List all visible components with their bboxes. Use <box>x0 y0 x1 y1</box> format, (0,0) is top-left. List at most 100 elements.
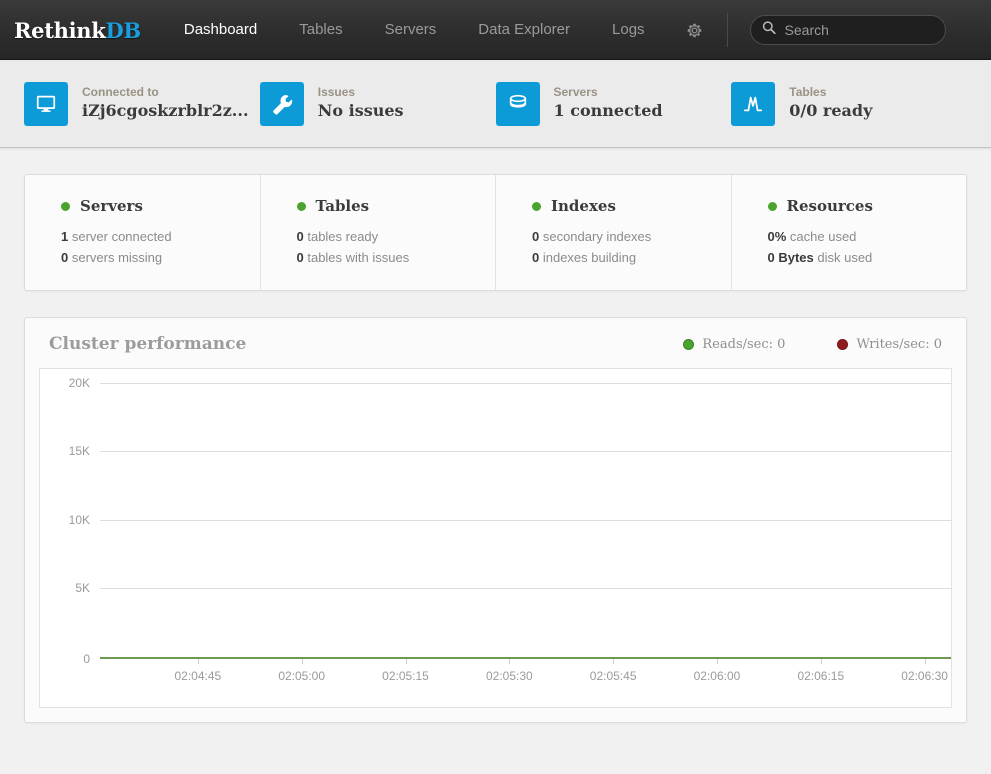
x-axis-tick: 02:05:30 <box>486 669 533 683</box>
legend-label-reads: Reads/sec: 0 <box>702 337 785 352</box>
nav-item-servers[interactable]: Servers <box>364 0 458 60</box>
gridline <box>100 383 951 384</box>
y-axis-tick: 20K <box>69 376 90 390</box>
legend-label-writes: Writes/sec: 0 <box>856 337 942 352</box>
status-label-servers: Servers <box>554 85 663 100</box>
x-axis-tick: 02:06:30 <box>901 669 948 683</box>
nav-item-logs[interactable]: Logs <box>591 0 666 60</box>
x-axis-tick-mark <box>302 659 303 664</box>
summary-card-tables: Tables 0 tables ready 0 tables with issu… <box>261 175 497 290</box>
legend-item-writes[interactable]: Writes/sec: 0 <box>837 337 942 352</box>
nav-item-tables[interactable]: Tables <box>278 0 363 60</box>
status-dot-icon <box>768 202 777 211</box>
x-axis-tick: 02:04:45 <box>175 669 222 683</box>
logo-text-rethink: Rethink <box>14 18 105 43</box>
x-axis-tick-mark <box>613 659 614 664</box>
chart-x-axis: 02:04:45 02:05:00 02:05:15 02:05:30 02:0… <box>100 659 951 687</box>
nav-divider <box>727 13 728 47</box>
summary-card-number: 0 Bytes <box>768 250 814 265</box>
status-value-issues: No issues <box>318 100 404 122</box>
status-label-connected-to: Connected to <box>82 85 249 100</box>
main-content: Servers 1 server connected 0 servers mis… <box>0 148 991 773</box>
gridline <box>100 520 951 521</box>
y-axis-tick: 5K <box>75 581 90 595</box>
status-label-issues: Issues <box>318 85 404 100</box>
nav-item-settings[interactable] <box>666 22 723 39</box>
summary-card-title: Indexes <box>551 197 616 215</box>
performance-chart[interactable]: 20K 15K 10K 5K 0 02:04:45 02:05:00 02:05… <box>39 368 952 708</box>
summary-card-text: tables ready <box>304 229 378 244</box>
y-axis-tick: 15K <box>69 444 90 458</box>
status-item-servers: Servers 1 connected <box>496 82 732 126</box>
gridline <box>100 588 951 589</box>
summary-card-line: 0 secondary indexes <box>532 226 731 247</box>
x-axis-tick-mark <box>717 659 718 664</box>
x-axis-tick-mark <box>198 659 199 664</box>
summary-card-line: 0 tables ready <box>297 226 496 247</box>
legend-dot-reads-icon <box>683 339 694 350</box>
gear-icon <box>686 22 703 39</box>
status-item-tables: Tables 0/0 ready <box>731 82 967 126</box>
status-value-tables: 0/0 ready <box>789 100 872 122</box>
chart-plot-area: 20K 15K 10K 5K 0 <box>100 383 951 659</box>
x-axis-tick: 02:06:15 <box>797 669 844 683</box>
summary-card-text: cache used <box>786 229 856 244</box>
x-axis-tick: 02:05:15 <box>382 669 429 683</box>
y-axis-tick: 10K <box>69 513 90 527</box>
status-dot-icon <box>532 202 541 211</box>
summary-card-text: server connected <box>68 229 171 244</box>
summary-card-resources: Resources 0% cache used 0 Bytes disk use… <box>732 175 967 290</box>
summary-card-number: 0 <box>297 250 304 265</box>
logo-text-db: DB <box>105 18 140 43</box>
summary-card-title: Servers <box>80 197 143 215</box>
status-item-issues: Issues No issues <box>260 82 496 126</box>
top-navigation-bar: RethinkDB Dashboard Tables Servers Data … <box>0 0 991 60</box>
search-container <box>750 15 946 45</box>
status-item-connected-to: Connected to iZj6cgoskzrblr2z... <box>24 82 260 126</box>
x-axis-tick-mark <box>821 659 822 664</box>
x-axis-tick-mark <box>406 659 407 664</box>
status-label-tables: Tables <box>789 85 872 100</box>
x-axis-tick: 02:06:00 <box>694 669 741 683</box>
status-value-connected-to: iZj6cgoskzrblr2z... <box>82 100 249 122</box>
summary-card-line: 0 tables with issues <box>297 247 496 268</box>
nav-item-dashboard[interactable]: Dashboard <box>163 0 278 60</box>
gridline <box>100 451 951 452</box>
status-dot-icon <box>61 202 70 211</box>
nav-links: Dashboard Tables Servers Data Explorer L… <box>163 0 723 60</box>
status-value-servers: 1 connected <box>554 100 663 122</box>
cluster-performance-panel: Cluster performance Reads/sec: 0 Writes/… <box>24 317 967 723</box>
monitor-icon <box>24 82 68 126</box>
summary-card-line: 0 servers missing <box>61 247 260 268</box>
x-axis-tick-mark <box>925 659 926 664</box>
performance-title: Cluster performance <box>49 334 246 354</box>
summary-card-title: Tables <box>316 197 370 215</box>
summary-card-text: tables with issues <box>304 250 410 265</box>
summary-card-text: secondary indexes <box>539 229 651 244</box>
summary-card-indexes: Indexes 0 secondary indexes 0 indexes bu… <box>496 175 732 290</box>
legend-item-reads[interactable]: Reads/sec: 0 <box>683 337 785 352</box>
summary-card-title: Resources <box>787 197 873 215</box>
summary-card-text: servers missing <box>68 250 162 265</box>
summary-card-number: 0 <box>297 229 304 244</box>
summary-card-text: indexes building <box>539 250 636 265</box>
nav-item-data-explorer[interactable]: Data Explorer <box>457 0 591 60</box>
legend-dot-writes-icon <box>837 339 848 350</box>
summary-card-line: 1 server connected <box>61 226 260 247</box>
summary-card-line: 0 Bytes disk used <box>768 247 967 268</box>
database-icon <box>496 82 540 126</box>
summary-card-servers: Servers 1 server connected 0 servers mis… <box>25 175 261 290</box>
cluster-status-bar: Connected to iZj6cgoskzrblr2z... Issues … <box>0 60 991 148</box>
summary-card-text: disk used <box>814 250 873 265</box>
y-axis-tick: 0 <box>83 652 90 666</box>
summary-card-number: 0% <box>768 229 787 244</box>
app-logo[interactable]: RethinkDB <box>14 18 141 43</box>
x-axis-tick-mark <box>509 659 510 664</box>
pulse-chart-icon <box>731 82 775 126</box>
chart-legend: Reads/sec: 0 Writes/sec: 0 <box>631 337 942 352</box>
x-axis-tick: 02:05:45 <box>590 669 637 683</box>
summary-cards: Servers 1 server connected 0 servers mis… <box>24 174 967 291</box>
summary-card-line: 0% cache used <box>768 226 967 247</box>
search-input[interactable] <box>750 15 946 45</box>
summary-card-line: 0 indexes building <box>532 247 731 268</box>
